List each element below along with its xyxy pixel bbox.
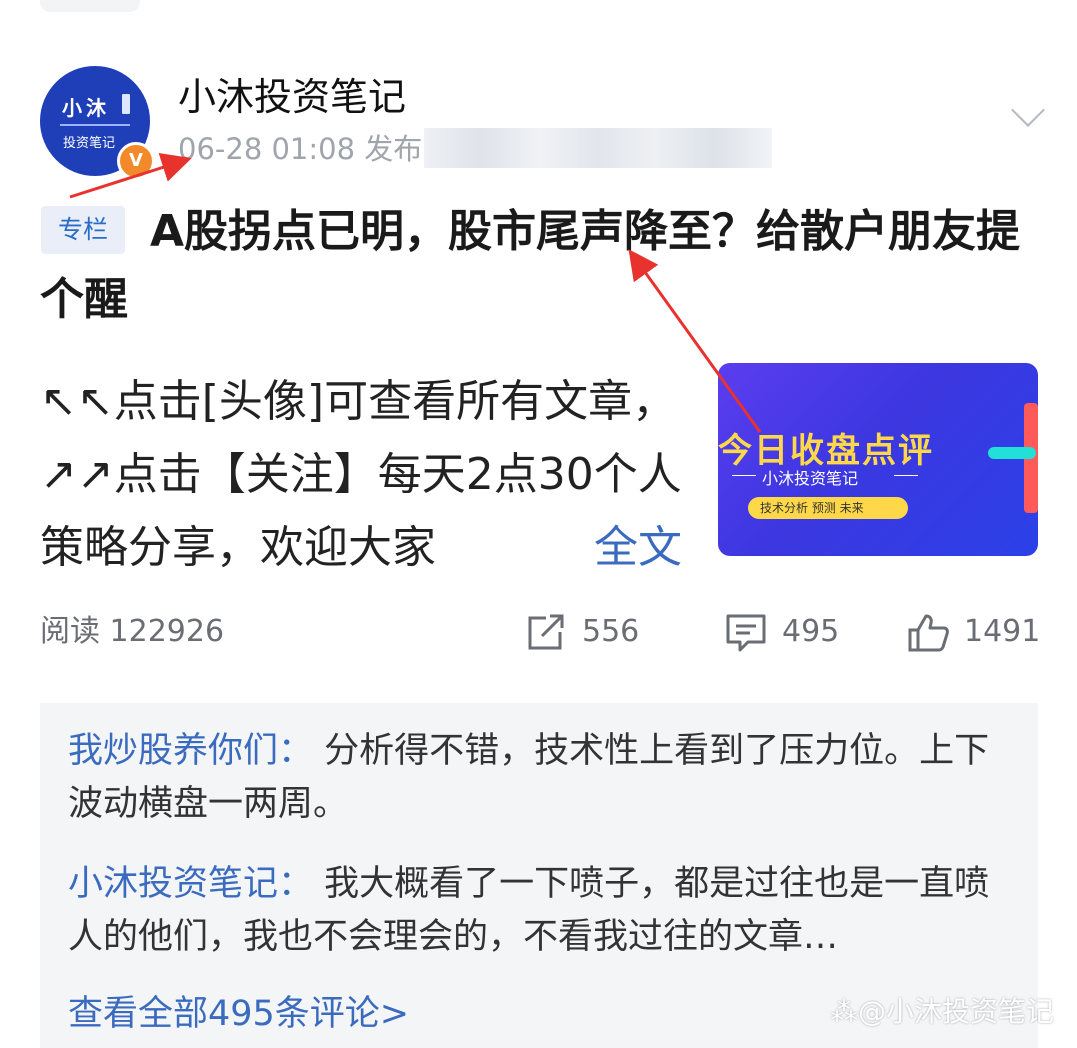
annotation-arrow [69,153,192,199]
annotation-arrow [628,249,762,433]
annotation-arrows [69,153,762,433]
